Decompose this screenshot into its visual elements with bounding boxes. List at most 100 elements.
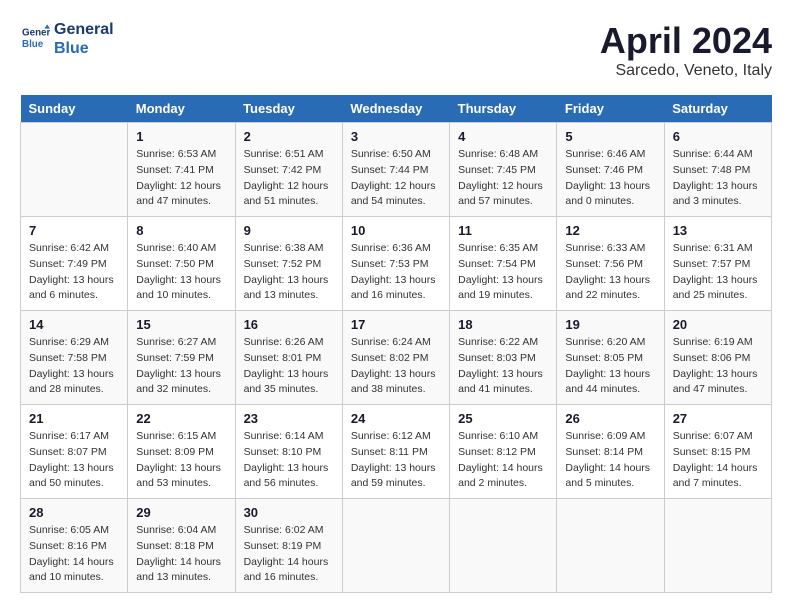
calendar-cell: 9Sunrise: 6:38 AMSunset: 7:52 PMDaylight… <box>235 217 342 311</box>
day-info: Sunrise: 6:48 AMSunset: 7:45 PMDaylight:… <box>458 147 548 210</box>
calendar-cell: 21 Sunrise: 6:17 AMSunset: 8:07 PMDayligh… <box>21 405 128 499</box>
calendar-cell: 23 Sunrise: 6:14 AMSunset: 8:10 PMDayligh… <box>235 405 342 499</box>
day-number: 13 <box>673 223 763 238</box>
calendar-table: SundayMondayTuesdayWednesdayThursdayFrid… <box>20 95 772 593</box>
calendar-cell: 27 Sunrise: 6:07 AMSunset: 8:15 PMDayligh… <box>664 405 771 499</box>
day-info: Sunrise: 6:09 AMSunset: 8:14 PMDaylight:… <box>565 429 655 492</box>
logo: General Blue General Blue <box>20 20 114 58</box>
calendar-cell: 18Sunrise: 6:22 AMSunset: 8:03 PMDayligh… <box>450 311 557 405</box>
day-info: Sunrise: 6:36 AMSunset: 7:53 PMDaylight:… <box>351 241 441 304</box>
calendar-header-row: SundayMondayTuesdayWednesdayThursdayFrid… <box>21 95 772 123</box>
calendar-cell: 24 Sunrise: 6:12 AMSunset: 8:11 PMDayligh… <box>342 405 449 499</box>
day-info: Sunrise: 6:07 AMSunset: 8:15 PMDaylight:… <box>673 429 763 492</box>
day-info: Sunrise: 6:05 AMSunset: 8:16 PMDaylight:… <box>29 523 119 586</box>
day-number: 5 <box>565 129 655 144</box>
day-info: Sunrise: 6:50 AMSunset: 7:44 PMDaylight:… <box>351 147 441 210</box>
day-info: Sunrise: 6:14 AMSunset: 8:10 PMDaylight:… <box>244 429 334 492</box>
svg-text:Blue: Blue <box>22 38 44 49</box>
calendar-week-2: 7 Sunrise: 6:42 AMSunset: 7:49 PMDaylight… <box>21 217 772 311</box>
header-friday: Friday <box>557 95 664 123</box>
day-info: Sunrise: 6:19 AMSunset: 8:06 PMDaylight:… <box>673 335 763 398</box>
day-number: 8 <box>136 223 226 238</box>
day-number: 3 <box>351 129 441 144</box>
calendar-cell: 28 Sunrise: 6:05 AMSunset: 8:16 PMDayligh… <box>21 499 128 593</box>
calendar-cell: 14 Sunrise: 6:29 AMSunset: 7:58 PMDayligh… <box>21 311 128 405</box>
day-info: Sunrise: 6:04 AMSunset: 8:18 PMDaylight:… <box>136 523 226 586</box>
calendar-cell <box>21 123 128 217</box>
day-number: 14 <box>29 317 119 332</box>
day-info: Sunrise: 6:42 AMSunset: 7:49 PMDaylight:… <box>29 241 119 304</box>
calendar-cell: 8 Sunrise: 6:40 AMSunset: 7:50 PMDaylight… <box>128 217 235 311</box>
calendar-cell: 4 Sunrise: 6:48 AMSunset: 7:45 PMDaylight… <box>450 123 557 217</box>
calendar-cell <box>664 499 771 593</box>
day-number: 12 <box>565 223 655 238</box>
calendar-cell: 11Sunrise: 6:35 AMSunset: 7:54 PMDayligh… <box>450 217 557 311</box>
page-header: General Blue General Blue April 2024 Sar… <box>20 20 772 80</box>
calendar-week-1: 1Sunrise: 6:53 AMSunset: 7:41 PMDaylight… <box>21 123 772 217</box>
calendar-week-3: 14 Sunrise: 6:29 AMSunset: 7:58 PMDayligh… <box>21 311 772 405</box>
day-number: 17 <box>351 317 441 332</box>
calendar-cell: 19 Sunrise: 6:20 AMSunset: 8:05 PMDayligh… <box>557 311 664 405</box>
day-info: Sunrise: 6:31 AMSunset: 7:57 PMDaylight:… <box>673 241 763 304</box>
day-info: Sunrise: 6:22 AMSunset: 8:03 PMDaylight:… <box>458 335 548 398</box>
header-monday: Monday <box>128 95 235 123</box>
calendar-cell: 10 Sunrise: 6:36 AMSunset: 7:53 PMDayligh… <box>342 217 449 311</box>
day-number: 10 <box>351 223 441 238</box>
day-number: 22 <box>136 411 226 426</box>
day-number: 24 <box>351 411 441 426</box>
day-info: Sunrise: 6:15 AMSunset: 8:09 PMDaylight:… <box>136 429 226 492</box>
calendar-cell: 29 Sunrise: 6:04 AMSunset: 8:18 PMDayligh… <box>128 499 235 593</box>
day-info: Sunrise: 6:35 AMSunset: 7:54 PMDaylight:… <box>458 241 548 304</box>
day-number: 6 <box>673 129 763 144</box>
day-number: 25 <box>458 411 548 426</box>
day-info: Sunrise: 6:20 AMSunset: 8:05 PMDaylight:… <box>565 335 655 398</box>
calendar-cell: 2Sunrise: 6:51 AMSunset: 7:42 PMDaylight… <box>235 123 342 217</box>
day-info: Sunrise: 6:02 AMSunset: 8:19 PMDaylight:… <box>244 523 334 586</box>
header-tuesday: Tuesday <box>235 95 342 123</box>
calendar-cell: 17 Sunrise: 6:24 AMSunset: 8:02 PMDayligh… <box>342 311 449 405</box>
day-info: Sunrise: 6:29 AMSunset: 7:58 PMDaylight:… <box>29 335 119 398</box>
day-info: Sunrise: 6:33 AMSunset: 7:56 PMDaylight:… <box>565 241 655 304</box>
day-number: 28 <box>29 505 119 520</box>
day-info: Sunrise: 6:51 AMSunset: 7:42 PMDaylight:… <box>244 147 334 210</box>
header-sunday: Sunday <box>21 95 128 123</box>
day-number: 29 <box>136 505 226 520</box>
header-saturday: Saturday <box>664 95 771 123</box>
day-number: 19 <box>565 317 655 332</box>
day-info: Sunrise: 6:53 AMSunset: 7:41 PMDaylight:… <box>136 147 226 210</box>
day-info: Sunrise: 6:27 AMSunset: 7:59 PMDaylight:… <box>136 335 226 398</box>
logo-general: General <box>54 20 114 39</box>
day-info: Sunrise: 6:12 AMSunset: 8:11 PMDaylight:… <box>351 429 441 492</box>
day-info: Sunrise: 6:17 AMSunset: 8:07 PMDaylight:… <box>29 429 119 492</box>
header-wednesday: Wednesday <box>342 95 449 123</box>
day-number: 4 <box>458 129 548 144</box>
calendar-cell <box>557 499 664 593</box>
day-number: 23 <box>244 411 334 426</box>
calendar-cell: 16 Sunrise: 6:26 AMSunset: 8:01 PMDayligh… <box>235 311 342 405</box>
calendar-cell: 5 Sunrise: 6:46 AMSunset: 7:46 PMDaylight… <box>557 123 664 217</box>
day-info: Sunrise: 6:26 AMSunset: 8:01 PMDaylight:… <box>244 335 334 398</box>
day-info: Sunrise: 6:10 AMSunset: 8:12 PMDaylight:… <box>458 429 548 492</box>
day-info: Sunrise: 6:38 AMSunset: 7:52 PMDaylight:… <box>244 241 334 304</box>
day-number: 21 <box>29 411 119 426</box>
day-number: 7 <box>29 223 119 238</box>
calendar-week-4: 21 Sunrise: 6:17 AMSunset: 8:07 PMDayligh… <box>21 405 772 499</box>
calendar-week-5: 28 Sunrise: 6:05 AMSunset: 8:16 PMDayligh… <box>21 499 772 593</box>
day-number: 16 <box>244 317 334 332</box>
day-number: 27 <box>673 411 763 426</box>
day-number: 15 <box>136 317 226 332</box>
calendar-cell <box>450 499 557 593</box>
calendar-cell: 12 Sunrise: 6:33 AMSunset: 7:56 PMDayligh… <box>557 217 664 311</box>
title-block: April 2024 Sarcedo, Veneto, Italy <box>600 20 772 80</box>
day-number: 30 <box>244 505 334 520</box>
calendar-cell <box>342 499 449 593</box>
calendar-cell: 7 Sunrise: 6:42 AMSunset: 7:49 PMDaylight… <box>21 217 128 311</box>
day-info: Sunrise: 6:40 AMSunset: 7:50 PMDaylight:… <box>136 241 226 304</box>
calendar-cell: 22 Sunrise: 6:15 AMSunset: 8:09 PMDayligh… <box>128 405 235 499</box>
calendar-cell: 6Sunrise: 6:44 AMSunset: 7:48 PMDaylight… <box>664 123 771 217</box>
day-info: Sunrise: 6:24 AMSunset: 8:02 PMDaylight:… <box>351 335 441 398</box>
day-info: Sunrise: 6:46 AMSunset: 7:46 PMDaylight:… <box>565 147 655 210</box>
calendar-cell: 20 Sunrise: 6:19 AMSunset: 8:06 PMDayligh… <box>664 311 771 405</box>
day-number: 20 <box>673 317 763 332</box>
calendar-cell: 13 Sunrise: 6:31 AMSunset: 7:57 PMDayligh… <box>664 217 771 311</box>
